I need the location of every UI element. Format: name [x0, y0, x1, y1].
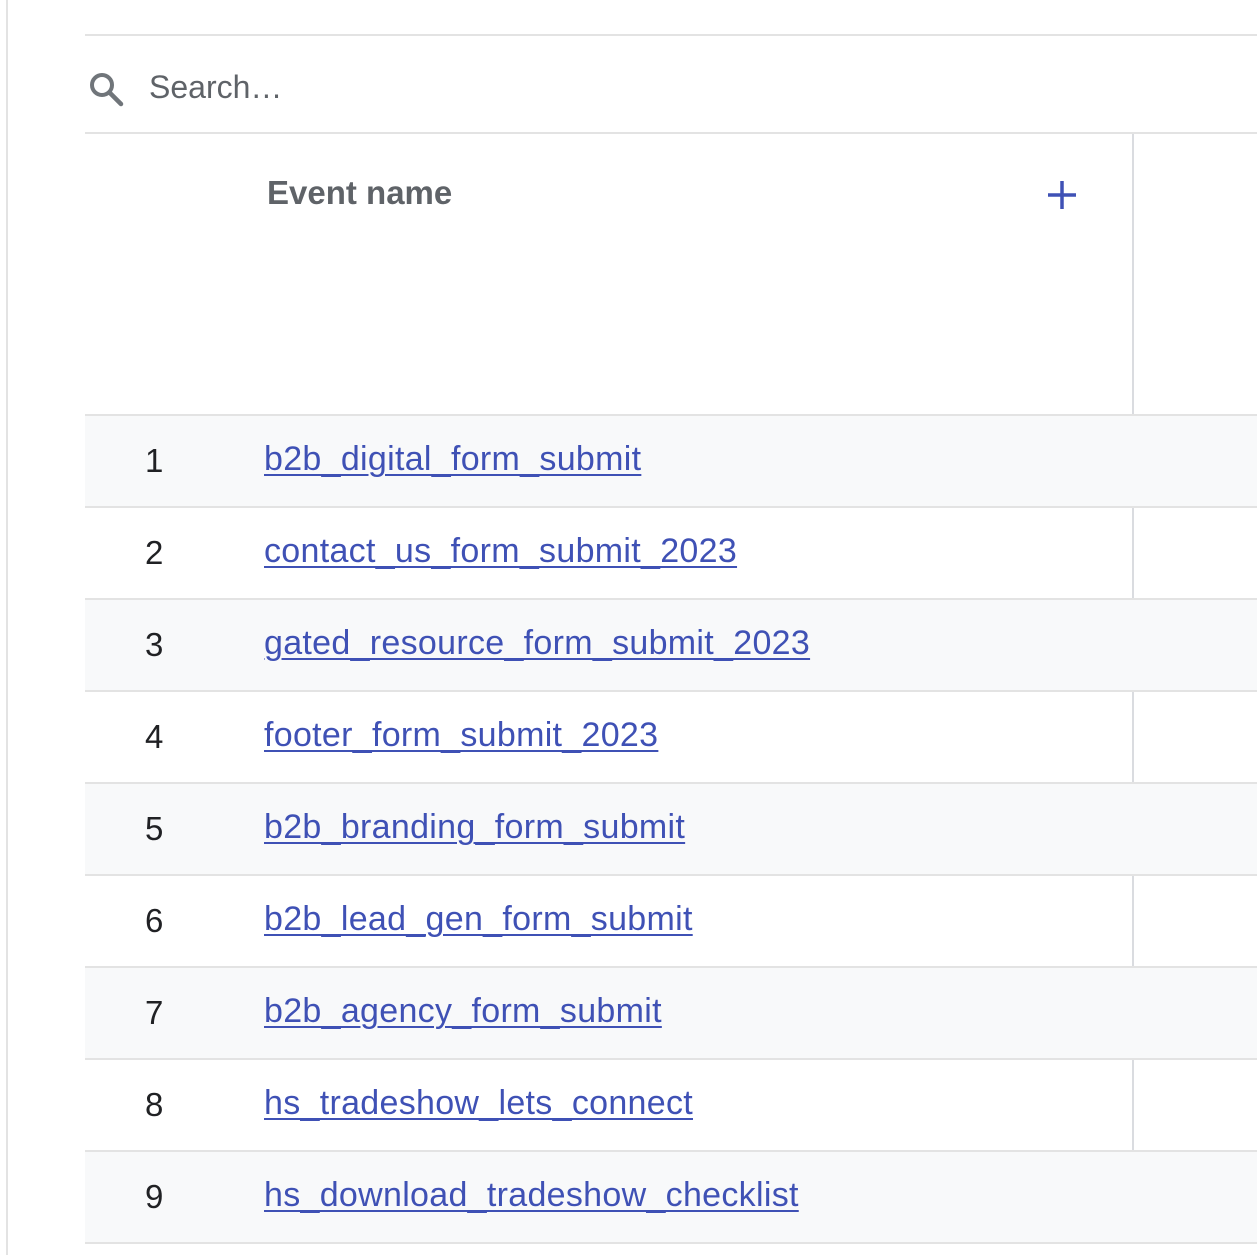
event-name-link[interactable]: contact_us_form_submit_2023: [264, 532, 737, 571]
table-header-row: Event name: [85, 134, 1257, 416]
event-name-link[interactable]: b2b_lead_gen_form_submit: [264, 900, 693, 939]
event-name-link[interactable]: b2b_agency_form_submit: [264, 992, 662, 1031]
row-index: 6: [145, 902, 164, 939]
row-index: 5: [145, 810, 164, 847]
row-index: 8: [145, 1086, 164, 1123]
table-row: 8 hs_tradeshow_lets_connect: [85, 1060, 1257, 1152]
column-header-event-name[interactable]: Event name: [267, 174, 452, 212]
table-row: 3 gated_resource_form_submit_2023: [85, 600, 1257, 692]
row-index: 3: [145, 626, 164, 663]
table-row: 2 contact_us_form_submit_2023: [85, 508, 1257, 600]
event-name-link[interactable]: gated_resource_form_submit_2023: [264, 624, 810, 663]
table-row: 6 b2b_lead_gen_form_submit: [85, 876, 1257, 968]
events-report-page: Event name 1 b2b_digital_form_submit 2 c…: [0, 0, 1257, 1255]
event-name-link[interactable]: hs_download_tradeshow_checklist: [264, 1176, 799, 1215]
table-row: 9 hs_download_tradeshow_checklist: [85, 1152, 1257, 1244]
search-icon: [87, 70, 125, 108]
table-row: 1 b2b_digital_form_submit: [85, 416, 1257, 508]
search-bar: [85, 34, 1257, 134]
table-row: 5 b2b_branding_form_submit: [85, 784, 1257, 876]
row-index: 7: [145, 994, 164, 1031]
row-index: 1: [145, 442, 164, 479]
row-index: 4: [145, 718, 164, 755]
events-table: Event name 1 b2b_digital_form_submit 2 c…: [85, 134, 1257, 1244]
event-name-link[interactable]: hs_tradeshow_lets_connect: [264, 1084, 693, 1123]
event-name-link[interactable]: b2b_digital_form_submit: [264, 440, 641, 479]
add-dimension-button[interactable]: [1041, 174, 1083, 216]
table-row: 7 b2b_agency_form_submit: [85, 968, 1257, 1060]
event-name-link[interactable]: footer_form_submit_2023: [264, 716, 658, 755]
table-row: 4 footer_form_submit_2023: [85, 692, 1257, 784]
plus-icon: [1048, 181, 1076, 209]
event-name-link[interactable]: b2b_branding_form_submit: [264, 808, 685, 847]
row-index: 2: [145, 534, 164, 571]
panel-left-border: [6, 0, 8, 1255]
row-index: 9: [145, 1178, 164, 1215]
search-input[interactable]: [149, 62, 1149, 112]
